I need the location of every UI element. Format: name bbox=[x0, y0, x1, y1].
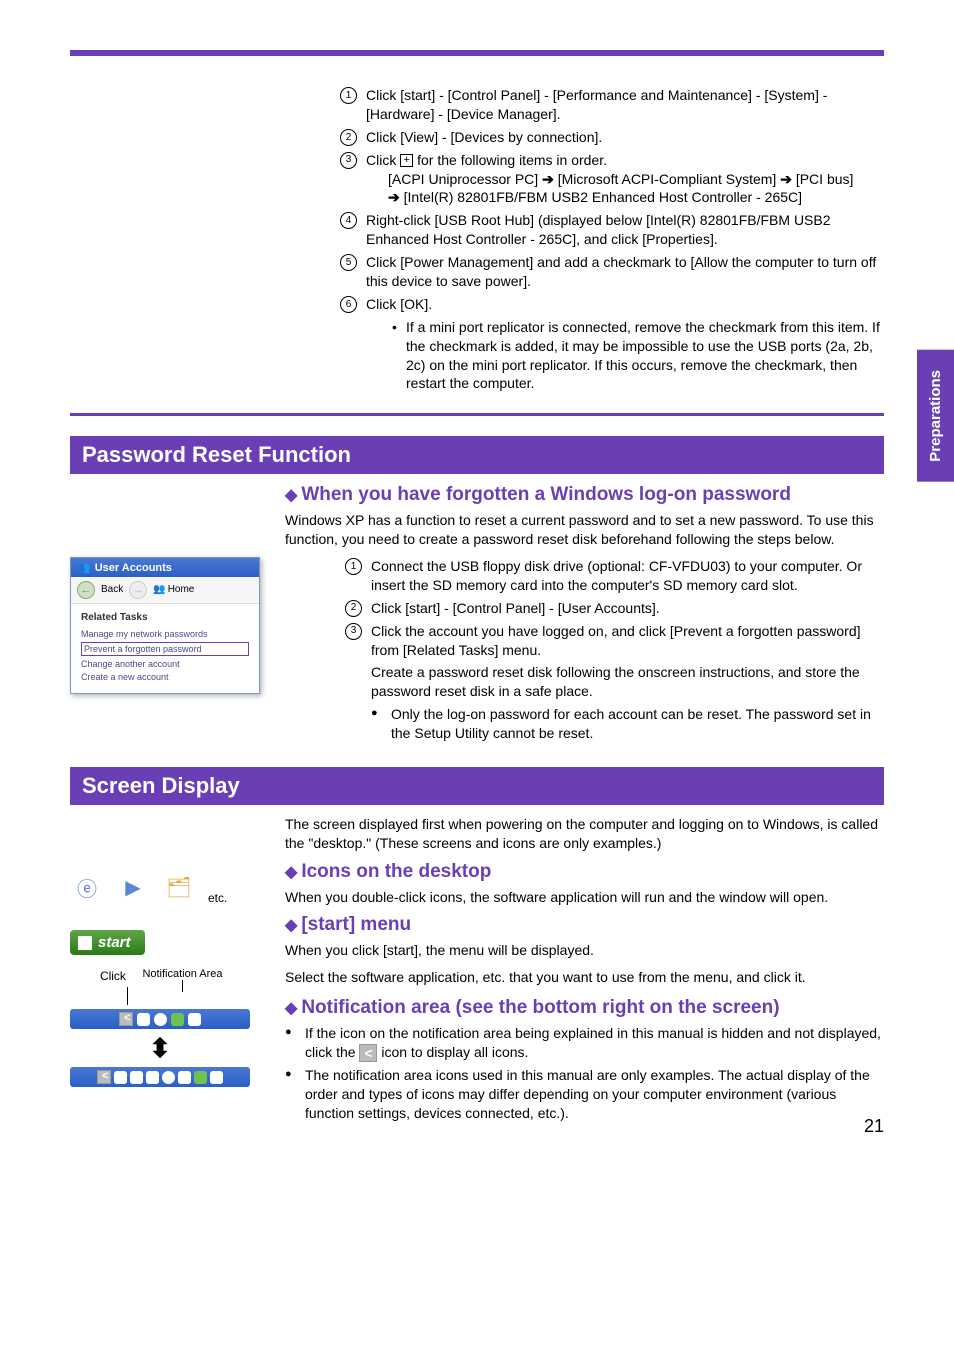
ua-link-create[interactable]: Create a new account bbox=[81, 672, 249, 682]
heading-notification-area: ◆Notification area (see the bottom right… bbox=[285, 997, 884, 1020]
top-step-6-note: If a mini port replicator is connected, … bbox=[366, 318, 884, 394]
icons-body: When you double-click icons, the softwar… bbox=[285, 888, 884, 907]
screen-intro: The screen displayed first when powering… bbox=[285, 815, 884, 853]
pw-step-1: 1Connect the USB floppy disk drive (opti… bbox=[345, 557, 884, 595]
notif-area-label: Notification Area bbox=[142, 969, 222, 980]
arrow-icon: ➔ bbox=[780, 170, 792, 189]
ua-title-bar: 👥User Accounts bbox=[71, 558, 259, 577]
show-hidden-icons-icon[interactable] bbox=[359, 1044, 377, 1062]
arrow-icon: ➔ bbox=[388, 188, 400, 207]
heading-icons-desktop: ◆Icons on the desktop bbox=[285, 861, 884, 884]
desktop-icons-figure: ⓔ ▶ 🗂 etc. bbox=[70, 871, 265, 905]
pw-step-2: 2Click [start] - [Control Panel] - [User… bbox=[345, 599, 884, 618]
collapse-tray-icon[interactable] bbox=[97, 1070, 111, 1084]
tray-expanded bbox=[70, 1067, 250, 1087]
ua-link-prevent[interactable]: Prevent a forgotten password bbox=[81, 642, 249, 656]
back-icon[interactable]: ← bbox=[77, 581, 95, 599]
pw-step-3a: Create a password reset disk following t… bbox=[371, 663, 884, 701]
notif-bullet-1: If the icon on the notification area bei… bbox=[285, 1024, 884, 1062]
media-icon: ▶ bbox=[116, 871, 150, 905]
home-icon[interactable]: 👥 Home bbox=[153, 584, 194, 595]
top-step-4: 4Right-click [USB Root Hub] (displayed b… bbox=[340, 211, 884, 249]
pw-intro: Windows XP has a function to reset a cur… bbox=[285, 511, 884, 549]
ua-link-change[interactable]: Change another account bbox=[81, 659, 249, 669]
expand-tray-icon[interactable] bbox=[119, 1012, 133, 1026]
heading-start-menu: ◆[start] menu bbox=[285, 914, 884, 937]
notification-figure: Click Notification Area ⬍ bbox=[70, 969, 250, 1087]
top-step-5: 5Click [Power Management] and add a chec… bbox=[340, 253, 884, 291]
page-number: 21 bbox=[864, 1116, 884, 1137]
top-step-6: 6Click [OK]. If a mini port replicator i… bbox=[340, 295, 884, 393]
top-instructions: 1Click [start] - [Control Panel] - [Perf… bbox=[340, 86, 884, 393]
ua-toolbar: ← Back → 👥 Home bbox=[71, 577, 259, 604]
ie-icon: ⓔ bbox=[70, 871, 104, 905]
top-step-1: 1Click [start] - [Control Panel] - [Perf… bbox=[340, 86, 884, 124]
start-body-2: Select the software application, etc. th… bbox=[285, 968, 884, 987]
start-button[interactable]: start bbox=[70, 930, 145, 955]
pw-step-3b: Only the log-on password for each accoun… bbox=[371, 705, 884, 743]
divider bbox=[70, 413, 884, 416]
section-screen-display: Screen Display bbox=[70, 767, 884, 805]
section-password-reset: Password Reset Function bbox=[70, 436, 884, 474]
arrow-icon: ➔ bbox=[542, 170, 554, 189]
etc-label: etc. bbox=[208, 891, 227, 905]
top-step-3: 3 Click + for the following items in ord… bbox=[340, 151, 884, 208]
click-label: Click bbox=[100, 969, 126, 983]
pw-step-3: 3Click the account you have logged on, a… bbox=[345, 622, 884, 743]
ua-link-manage[interactable]: Manage my network passwords bbox=[81, 629, 249, 639]
tray-collapsed bbox=[70, 1009, 250, 1029]
docs-icon: 🗂 bbox=[162, 871, 196, 905]
heading-forgot-password: ◆When you have forgotten a Windows log-o… bbox=[285, 484, 884, 507]
start-body-1: When you click [start], the menu will be… bbox=[285, 941, 884, 960]
notif-bullet-2: The notification area icons used in this… bbox=[285, 1066, 884, 1123]
user-accounts-window: 👥User Accounts ← Back → 👥 Home Related T… bbox=[70, 557, 260, 694]
top-step-2: 2Click [View] - [Devices by connection]. bbox=[340, 128, 884, 147]
related-tasks-heading: Related Tasks bbox=[81, 612, 249, 623]
double-arrow-icon: ⬍ bbox=[70, 1035, 250, 1061]
top-accent-bar bbox=[70, 50, 884, 56]
windows-icon bbox=[78, 936, 92, 950]
side-tab-preparations: Preparations bbox=[917, 350, 954, 482]
forward-icon[interactable]: → bbox=[129, 581, 147, 599]
plus-icon: + bbox=[400, 154, 413, 167]
